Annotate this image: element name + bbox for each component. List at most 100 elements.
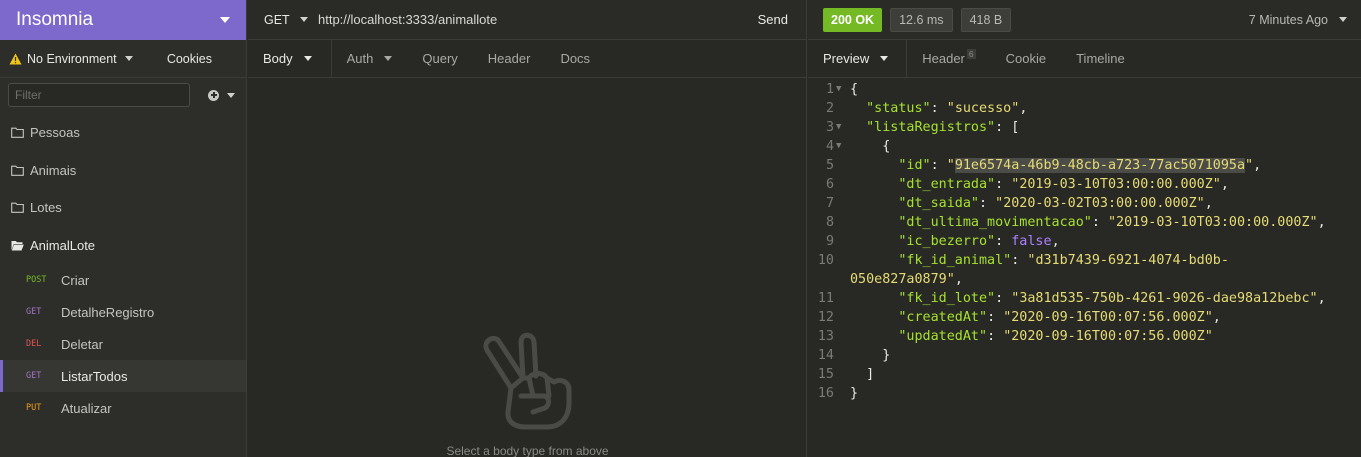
chevron-down-icon xyxy=(220,17,230,23)
fold-arrow-icon[interactable]: ▼ xyxy=(834,137,850,156)
empty-body-message: Select a body type from above xyxy=(446,444,609,457)
json-value: sucesso xyxy=(954,101,1012,116)
selected-json-value: 91e6574a-46b9-48cb-a723-77ac5071095a xyxy=(954,158,1246,173)
code-line-wrapped: 050e827a0879", xyxy=(850,272,963,287)
warning-icon xyxy=(9,53,22,64)
code-line: 15 ] xyxy=(817,367,875,382)
request-label: Deletar xyxy=(61,336,103,352)
chevron-down-icon xyxy=(124,56,133,61)
response-tabs: Preview Header 6 Cookie Timeline xyxy=(808,39,1361,78)
chevron-down-icon xyxy=(303,56,312,61)
fold-arrow-icon[interactable]: ▼ xyxy=(834,118,850,137)
tab-label: Body xyxy=(263,51,293,66)
environment-label: No Environment xyxy=(27,51,117,66)
json-value: 050e827a0879 xyxy=(850,272,947,287)
folder-label: Lotes xyxy=(30,200,62,216)
folder-animallote[interactable]: AnimalLote xyxy=(0,227,246,265)
url-bar: GET http://localhost:3333/animallote Sen… xyxy=(248,0,806,40)
folder-animais[interactable]: Animais xyxy=(0,152,246,190)
json-value: false xyxy=(1011,234,1052,249)
app-title: Insomnia xyxy=(16,9,94,30)
tab-auth[interactable]: Auth xyxy=(332,40,408,78)
environment-selector[interactable]: No Environment xyxy=(9,52,133,66)
request-pane: GET http://localhost:3333/animallote Sen… xyxy=(248,0,807,457)
request-item-criar[interactable]: POST Criar xyxy=(0,264,246,296)
response-pane: 200 OK 12.6 ms 418 B 7 Minutes Ago Previ… xyxy=(808,0,1361,457)
code-line: 2 "status": "sucesso", xyxy=(825,101,1028,116)
tab-label: Timeline xyxy=(1076,51,1125,66)
folder-icon xyxy=(11,127,24,139)
folder-label: AnimalLote xyxy=(30,237,96,253)
url-input[interactable]: http://localhost:3333/animallote xyxy=(318,12,740,27)
folder-label: Pessoas xyxy=(30,125,80,141)
code-line: 13 "updatedAt": "2020-09-16T00:07:56.000… xyxy=(817,329,1213,344)
chevron-down-icon xyxy=(384,56,393,61)
request-item-detalheregistro[interactable]: GET DetalheRegistro xyxy=(0,296,246,328)
request-tabs: Body Auth Query Header Docs xyxy=(248,39,806,78)
fold-arrow-icon[interactable]: ▼ xyxy=(834,80,850,99)
json-value: 2019-03-10T03:00:00.000Z xyxy=(1019,177,1213,192)
request-item-listartodos[interactable]: GET ListarTodos xyxy=(0,360,246,392)
chevron-down-icon xyxy=(299,17,308,22)
json-value: 2020-03-02T03:00:00.000Z xyxy=(1003,196,1197,211)
sidebar: Insomnia No Environment Cookies Pessoas xyxy=(0,0,247,457)
tab-label: Header xyxy=(487,51,531,66)
method-label: GET xyxy=(264,12,290,27)
tab-label: Cookie xyxy=(1005,51,1047,66)
code-line: 11 "fk_id_lote": "3a81d535-750b-4261-902… xyxy=(817,291,1326,306)
filter-input[interactable] xyxy=(8,83,190,107)
tab-body[interactable]: Body xyxy=(248,39,332,78)
json-value: 2019-03-10T03:00:00.000Z xyxy=(1116,215,1310,230)
code-line: 5 "id": "91e6574a-46b9-48cb-a723-77ac507… xyxy=(825,158,1262,173)
method-badge: POST xyxy=(26,275,47,285)
method-dropdown[interactable]: GET xyxy=(248,13,318,27)
request-item-deletar[interactable]: DEL Deletar xyxy=(0,328,246,360)
tab-header[interactable]: Header xyxy=(473,40,546,78)
request-label: Criar xyxy=(61,272,90,288)
code-line: 9 "ic_bezerro": false, xyxy=(825,234,1060,249)
code-line: 10 "fk_id_animal": "d31b7439-6921-4074-b… xyxy=(817,253,1229,268)
response-body-viewer[interactable]: 1 ▼{ 2 "status": "sucesso", 3 ▼ "listaRegi… xyxy=(808,80,1361,403)
tab-cookie[interactable]: Cookie xyxy=(991,40,1061,78)
method-badge: PUT xyxy=(26,403,42,413)
code-line: 16} xyxy=(817,386,859,401)
workspace-menu[interactable]: Insomnia xyxy=(0,0,246,40)
status-badge: 200 OK xyxy=(823,7,883,32)
header-count-badge: 6 xyxy=(966,48,976,59)
json-value: d31b7439-6921-4074-bd0b- xyxy=(1035,253,1229,268)
tab-label: Header xyxy=(922,51,965,66)
request-label: Atualizar xyxy=(61,400,112,416)
time-badge: 12.6 ms xyxy=(890,7,953,32)
environment-row: No Environment Cookies xyxy=(0,40,246,78)
code-line: 8 "dt_ultima_movimentacao": "2019-03-10T… xyxy=(825,215,1326,230)
folder-pessoas[interactable]: Pessoas xyxy=(0,114,246,152)
cookies-button[interactable]: Cookies xyxy=(167,52,212,66)
tab-query[interactable]: Query xyxy=(407,40,472,78)
chevron-down-icon xyxy=(227,92,235,98)
folder-open-icon xyxy=(11,240,24,251)
send-button[interactable]: Send xyxy=(740,12,806,27)
tab-docs[interactable]: Docs xyxy=(545,40,605,78)
code-line: 12 "createdAt": "2020-09-16T00:07:56.000… xyxy=(817,310,1221,325)
method-badge: DEL xyxy=(26,339,42,349)
chevron-down-icon xyxy=(880,56,889,61)
filter-row xyxy=(0,78,246,112)
history-dropdown[interactable]: 7 Minutes Ago xyxy=(1249,13,1347,27)
add-request-button[interactable] xyxy=(208,89,235,101)
json-value: 2020-09-16T00:07:56.000Z xyxy=(1011,329,1205,344)
request-item-atualizar[interactable]: PUT Atualizar xyxy=(0,392,246,424)
tab-timeline[interactable]: Timeline xyxy=(1061,40,1140,78)
size-badge: 418 B xyxy=(960,7,1012,32)
plus-circle-icon xyxy=(208,89,219,101)
code-line: 1 ▼{ xyxy=(825,80,859,99)
request-label: DetalheRegistro xyxy=(61,304,155,320)
json-value: 2020-09-16T00:07:56.000Z xyxy=(1011,310,1205,325)
folder-icon xyxy=(11,165,24,176)
code-line: 7 "dt_saida": "2020-03-02T03:00:00.000Z"… xyxy=(825,196,1213,211)
folder-lotes[interactable]: Lotes xyxy=(0,189,246,227)
request-label: ListarTodos xyxy=(61,368,128,384)
tab-preview[interactable]: Preview xyxy=(808,39,908,78)
code-line: 3 ▼ "listaRegistros": [ xyxy=(825,118,1020,137)
chevron-down-icon xyxy=(1339,17,1347,22)
tab-response-header[interactable]: Header 6 xyxy=(907,40,990,78)
